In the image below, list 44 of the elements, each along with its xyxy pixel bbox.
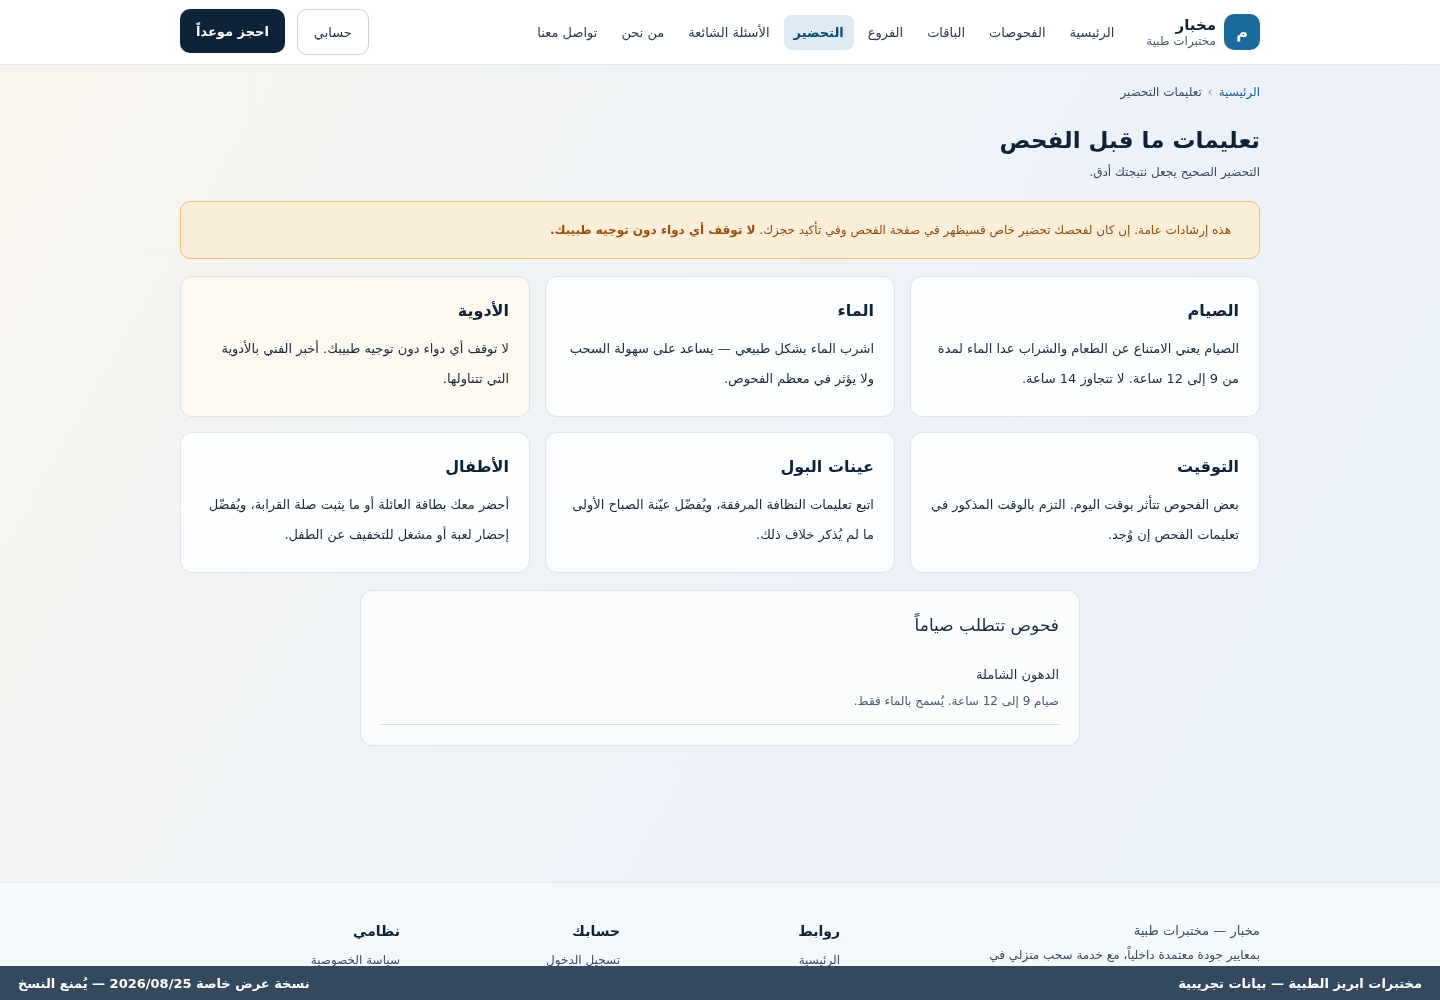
card-text: اتبع تعليمات النظافة المرفقة، ويُفضّل عيّنة الصباح الأولى ما لم يُذكر خلاف ذلك.: [571, 495, 874, 545]
nav-link[interactable]: الفحوصات: [979, 14, 1056, 50]
notice-banner: هذه إرشادات عامة. إن كان لفحصك تحضير خاص فسيظهر في صفحة الفحص وفي تأكيد حجزك. لا توقف أي دواء دون توجيه طبيبك.: [180, 201, 1260, 259]
logo-badge[interactable]: م: [1224, 14, 1260, 50]
test-note: صيام 9 إلى 12 ساعة. يُسمح بالماء فقط.: [852, 694, 1059, 708]
card-title: الأطفال: [444, 457, 509, 476]
brand-tagline: مختبرات طبية: [1146, 34, 1216, 48]
nav-link[interactable]: الفروع: [857, 14, 914, 50]
footer-text: بمعايير جودة معتمدة داخلياً، مع خدمة سحب منزلي في: [988, 948, 1260, 962]
brand-name: مخبار: [1174, 16, 1216, 34]
footer-link[interactable]: سياسة الخصوصية: [310, 953, 400, 967]
nav-link[interactable]: التحضير: [783, 14, 854, 50]
card-text: بعض الفحوص تتأثر بوقت اليوم. التزم بالوقت المذكور في تعليمات الفحص إن وُجد.: [931, 494, 1239, 545]
account-button[interactable]: حسابي: [296, 9, 369, 55]
nav-link[interactable]: الباقات: [917, 14, 975, 50]
footer-link[interactable]: الرئيسية: [798, 953, 840, 967]
card-title: التوقيت: [1176, 457, 1239, 476]
card-title: الماء: [836, 301, 874, 320]
card-text: الصيام يعني الامتناع عن الطعام والشراب عدا الماء لمدة من 9 إلى 12 ساعة. لا تتجاوز 14 ساعة.: [936, 340, 1239, 389]
card-title: الأدوية: [456, 301, 509, 320]
bar-note: نسخة عرض خاصة 2026/08/25 — يُمنع النسخ: [18, 975, 310, 991]
footer-heading: روابط: [797, 923, 840, 939]
card-text: أحضر معك بطاقة العائلة أو ما يثبت صلة القرابة، ويُفضّل إحضار لعبة أو مشغل للتخفيف عن الطفل.: [207, 495, 509, 545]
footer-heading: حسابك: [571, 923, 620, 939]
nav-link[interactable]: تواصل معنا: [527, 14, 608, 50]
page-title: تعليمات ما قبل الفحص: [998, 127, 1260, 153]
nav-link[interactable]: من نحن: [611, 14, 675, 50]
nav-link[interactable]: الرئيسية: [1059, 14, 1125, 50]
card-text: لا توقف أي دواء دون توجيه طبيبك. أخبر الفني بالأدوية التي تتناولها.: [220, 339, 509, 389]
card-title: الصيام: [1186, 301, 1239, 320]
footer-heading: نظامي: [352, 923, 400, 939]
footer-link[interactable]: تسجيل الدخول: [546, 953, 620, 967]
breadcrumb-separator: ›: [1207, 85, 1213, 99]
nav-link[interactable]: الأسئلة الشائعة: [678, 14, 780, 50]
section-title: فحوص تتطلب صياماً: [913, 615, 1059, 635]
breadcrumb-current: تعليمات التحضير: [1120, 85, 1202, 99]
card-title: عينات البول: [779, 457, 874, 476]
test-name: الدهون الشاملة: [975, 667, 1059, 682]
book-button[interactable]: احجز موعداً: [180, 9, 285, 53]
breadcrumb-link[interactable]: الرئيسية: [1218, 85, 1260, 99]
footer-heading: مخبار — مختبرات طبية: [1132, 923, 1260, 938]
card-text: اشرب الماء بشكل طبيعي — يساعد على سهولة السحب ولا يؤثر في معظم الفحوص.: [568, 340, 874, 389]
page-subtitle: التحضير الصحيح يجعل نتيجتك أدق.: [1088, 165, 1260, 179]
bar-title: مختبرات ابريز الطبية — بيانات تجريبية: [1178, 975, 1422, 991]
